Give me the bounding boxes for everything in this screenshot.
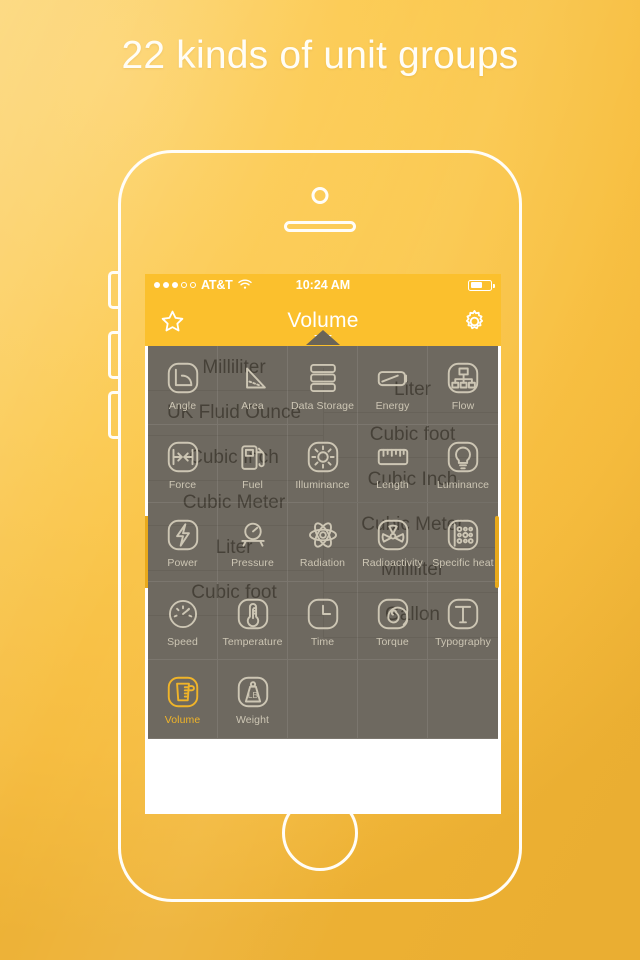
signal-dot (154, 282, 160, 288)
power-icon (163, 515, 203, 555)
force-icon (163, 437, 203, 477)
page-title: 22 kinds of unit groups (121, 34, 519, 77)
radioactivity-icon (373, 515, 413, 555)
svg-text:LB: LB (247, 690, 258, 700)
grid-item-label: Luminance (436, 478, 490, 491)
signal-strength-dots (154, 282, 196, 288)
angle-icon (163, 358, 203, 398)
status-bar-left: AT&T (154, 278, 252, 293)
torque-icon (373, 594, 413, 634)
signal-dot (163, 282, 169, 288)
battery-icon (468, 279, 495, 291)
camera-icon (311, 187, 329, 204)
grid-item-label: Torque (376, 635, 409, 648)
signal-dot (190, 282, 196, 288)
grid-item-time[interactable]: Time (288, 581, 358, 661)
grid-item-data-storage[interactable]: Data Storage (288, 346, 358, 425)
battery-fill (470, 282, 483, 288)
grid-item-flow[interactable]: Flow (428, 346, 498, 425)
unit-group-grid: Angle Area Data Storage Energy Flow Forc… (148, 346, 498, 739)
grid-item-pressure[interactable]: Pressure (218, 503, 288, 582)
mute-switch[interactable] (108, 271, 121, 309)
panel-caret-icon (306, 330, 340, 345)
speaker-grille (284, 221, 356, 232)
weight-icon: LB (233, 672, 273, 712)
volume-down-button[interactable] (108, 391, 121, 439)
grid-item-label: Force (168, 478, 197, 491)
grid-item-fuel[interactable]: Fuel (218, 424, 288, 504)
illuminance-icon (303, 437, 343, 477)
grid-item-area[interactable]: Area (218, 346, 288, 425)
grid-item-torque[interactable]: Torque (358, 581, 428, 661)
grid-item-label: Data Storage (290, 400, 355, 413)
grid-item-label: Flow (451, 400, 475, 413)
grid-item-power[interactable]: Power (148, 503, 218, 582)
grid-item-radiation[interactable]: Radiation (288, 503, 358, 582)
grid-item-empty (288, 660, 358, 739)
grid-item-label: Radiation (299, 557, 346, 570)
grid-item-label: Power (167, 557, 198, 570)
grid-item-angle[interactable]: Angle (148, 346, 218, 425)
temperature-icon (233, 594, 273, 634)
grid-item-energy[interactable]: Energy (358, 346, 428, 425)
grid-item-label: Pressure (231, 557, 274, 570)
grid-item-luminance[interactable]: Luminance (428, 425, 498, 504)
gear-icon[interactable] (459, 306, 489, 336)
luminance-icon (443, 437, 483, 477)
typography-icon (443, 594, 483, 634)
grid-item-label: Specific heat (432, 557, 494, 570)
phone-screen: AT&T 10:24 AM Volume Angle Area Data Sto… (145, 274, 501, 814)
carrier-label: AT&T (201, 278, 233, 292)
data-storage-icon (303, 358, 343, 398)
volume-up-button[interactable] (108, 331, 121, 379)
grid-item-illuminance[interactable]: Illuminance (288, 424, 358, 504)
status-bar-right (468, 279, 495, 291)
energy-icon (373, 358, 413, 398)
grid-item-label: Volume (164, 714, 201, 727)
specific-heat-icon (443, 515, 483, 555)
grid-item-label: Illuminance (295, 478, 350, 491)
grid-item-speed[interactable]: Speed (148, 581, 218, 661)
wifi-icon (237, 278, 252, 293)
area-icon (233, 358, 273, 398)
grid-item-label: Radioactivity (362, 557, 423, 570)
grid-item-typography[interactable]: Typography (428, 582, 498, 661)
unit-group-grid-panel: Angle Area Data Storage Energy Flow Forc… (145, 330, 501, 742)
grid-item-label: Area (241, 400, 264, 413)
grid-item-force[interactable]: Force (148, 424, 218, 504)
grid-item-label: Temperature (222, 635, 283, 648)
grid-item-specific-heat[interactable]: Specific heat (428, 503, 498, 582)
length-icon (373, 437, 413, 477)
grid-item-empty (358, 660, 428, 739)
grid-item-label: Length (376, 478, 409, 491)
grid-item-weight[interactable]: LB Weight (218, 660, 288, 739)
volume-icon (163, 672, 203, 712)
grid-item-label: Fuel (242, 478, 263, 491)
grid-item-length[interactable]: Length (358, 424, 428, 504)
grid-item-label: Time (310, 635, 335, 648)
grid-item-label: Speed (167, 635, 198, 648)
fuel-icon (233, 437, 273, 477)
radiation-icon (303, 515, 343, 555)
grid-item-empty (428, 660, 498, 739)
grid-item-radioactivity[interactable]: Radioactivity (358, 503, 428, 582)
pressure-icon (233, 515, 273, 555)
app-store-promo-background: 22 kinds of unit groups AT&T 10:24 AM Vo… (0, 0, 640, 960)
signal-dot (181, 282, 187, 288)
star-icon[interactable] (157, 306, 187, 336)
grid-item-temperature[interactable]: Temperature (218, 581, 288, 661)
grid-item-label: Weight (235, 714, 270, 727)
grid-item-label: Energy (375, 400, 410, 413)
time-icon (303, 594, 343, 634)
signal-dot (172, 282, 178, 288)
flow-icon (443, 358, 483, 398)
grid-item-label: Typography (435, 635, 491, 648)
grid-item-volume[interactable]: Volume (148, 660, 218, 739)
status-bar: AT&T 10:24 AM (145, 274, 501, 296)
grid-item-label: Angle (168, 400, 197, 413)
speed-icon (163, 594, 203, 634)
